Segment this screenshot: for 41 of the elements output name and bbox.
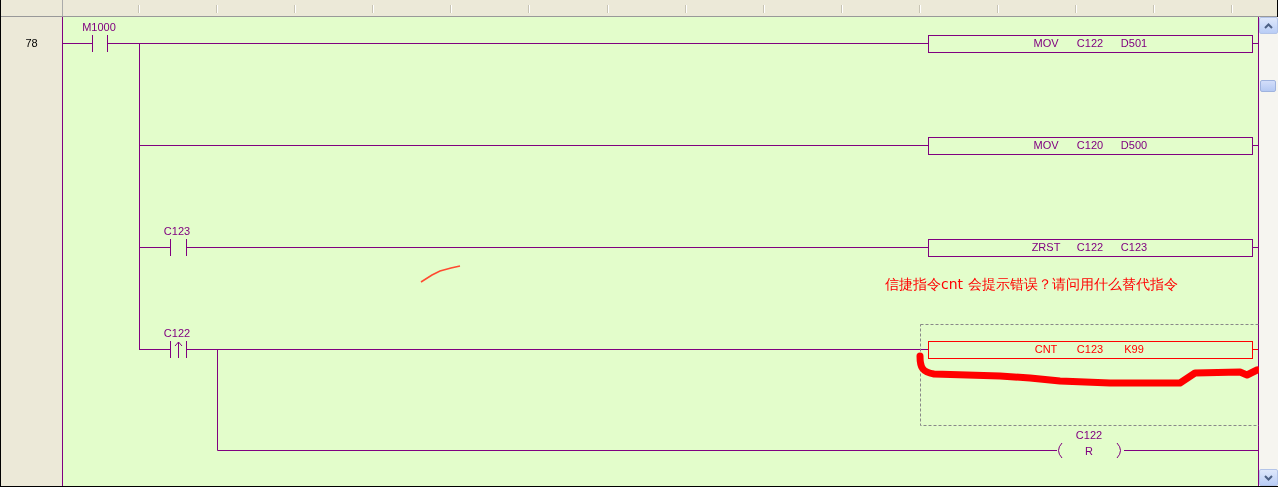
rung-wire bbox=[1252, 145, 1259, 146]
instruction-box[interactable] bbox=[928, 137, 1253, 155]
operand-label: D500 bbox=[1120, 139, 1148, 151]
contact-label: M1000 bbox=[82, 21, 116, 33]
coil-function: R bbox=[1085, 445, 1093, 457]
rung-wire bbox=[138, 349, 171, 350]
instruction-mnemonic: MOV bbox=[1033, 37, 1059, 49]
operand-label: C123 bbox=[1120, 241, 1148, 253]
coil-label: C122 bbox=[1075, 429, 1103, 441]
scroll-up-button[interactable] bbox=[1259, 17, 1278, 34]
operand-label: C123 bbox=[1076, 343, 1104, 355]
instruction-box[interactable] bbox=[928, 35, 1253, 53]
rung-wire bbox=[1252, 247, 1259, 248]
up-chevron-icon bbox=[1264, 22, 1273, 29]
contact-symbol[interactable] bbox=[170, 340, 187, 359]
rung-wire bbox=[138, 247, 171, 248]
instruction-mnemonic: ZRST bbox=[1031, 241, 1061, 253]
contact-label: C122 bbox=[163, 327, 191, 339]
annotation-text: 信捷指令cnt 会提示错误？请问用什么替代指令 bbox=[885, 276, 1178, 292]
instruction-mnemonic: MOV bbox=[1033, 139, 1059, 151]
contact-symbol[interactable] bbox=[170, 238, 187, 257]
contact-label: C123 bbox=[163, 225, 191, 237]
down-chevron-icon bbox=[1264, 474, 1273, 481]
pen-stroke bbox=[420, 265, 461, 283]
scroll-down-button[interactable] bbox=[1259, 469, 1278, 486]
scroll-thumb[interactable] bbox=[1260, 80, 1276, 92]
rung-number: 78 bbox=[25, 37, 38, 49]
operand-label: D501 bbox=[1120, 37, 1148, 49]
rung-wire bbox=[1252, 349, 1259, 350]
instruction-box[interactable] bbox=[928, 341, 1253, 359]
operand-label: C122 bbox=[1076, 241, 1104, 253]
operand-label: K99 bbox=[1124, 343, 1144, 355]
operand-label: C122 bbox=[1076, 37, 1104, 49]
instruction-box[interactable] bbox=[928, 239, 1253, 257]
rung-wire bbox=[62, 43, 93, 44]
scrollbar[interactable] bbox=[1259, 17, 1278, 486]
coil-symbol[interactable] bbox=[1058, 442, 1121, 459]
operand-label: C120 bbox=[1076, 139, 1104, 151]
instruction-mnemonic: CNT bbox=[1034, 343, 1058, 355]
rung-wire bbox=[1252, 43, 1259, 44]
contact-symbol[interactable] bbox=[92, 34, 108, 53]
